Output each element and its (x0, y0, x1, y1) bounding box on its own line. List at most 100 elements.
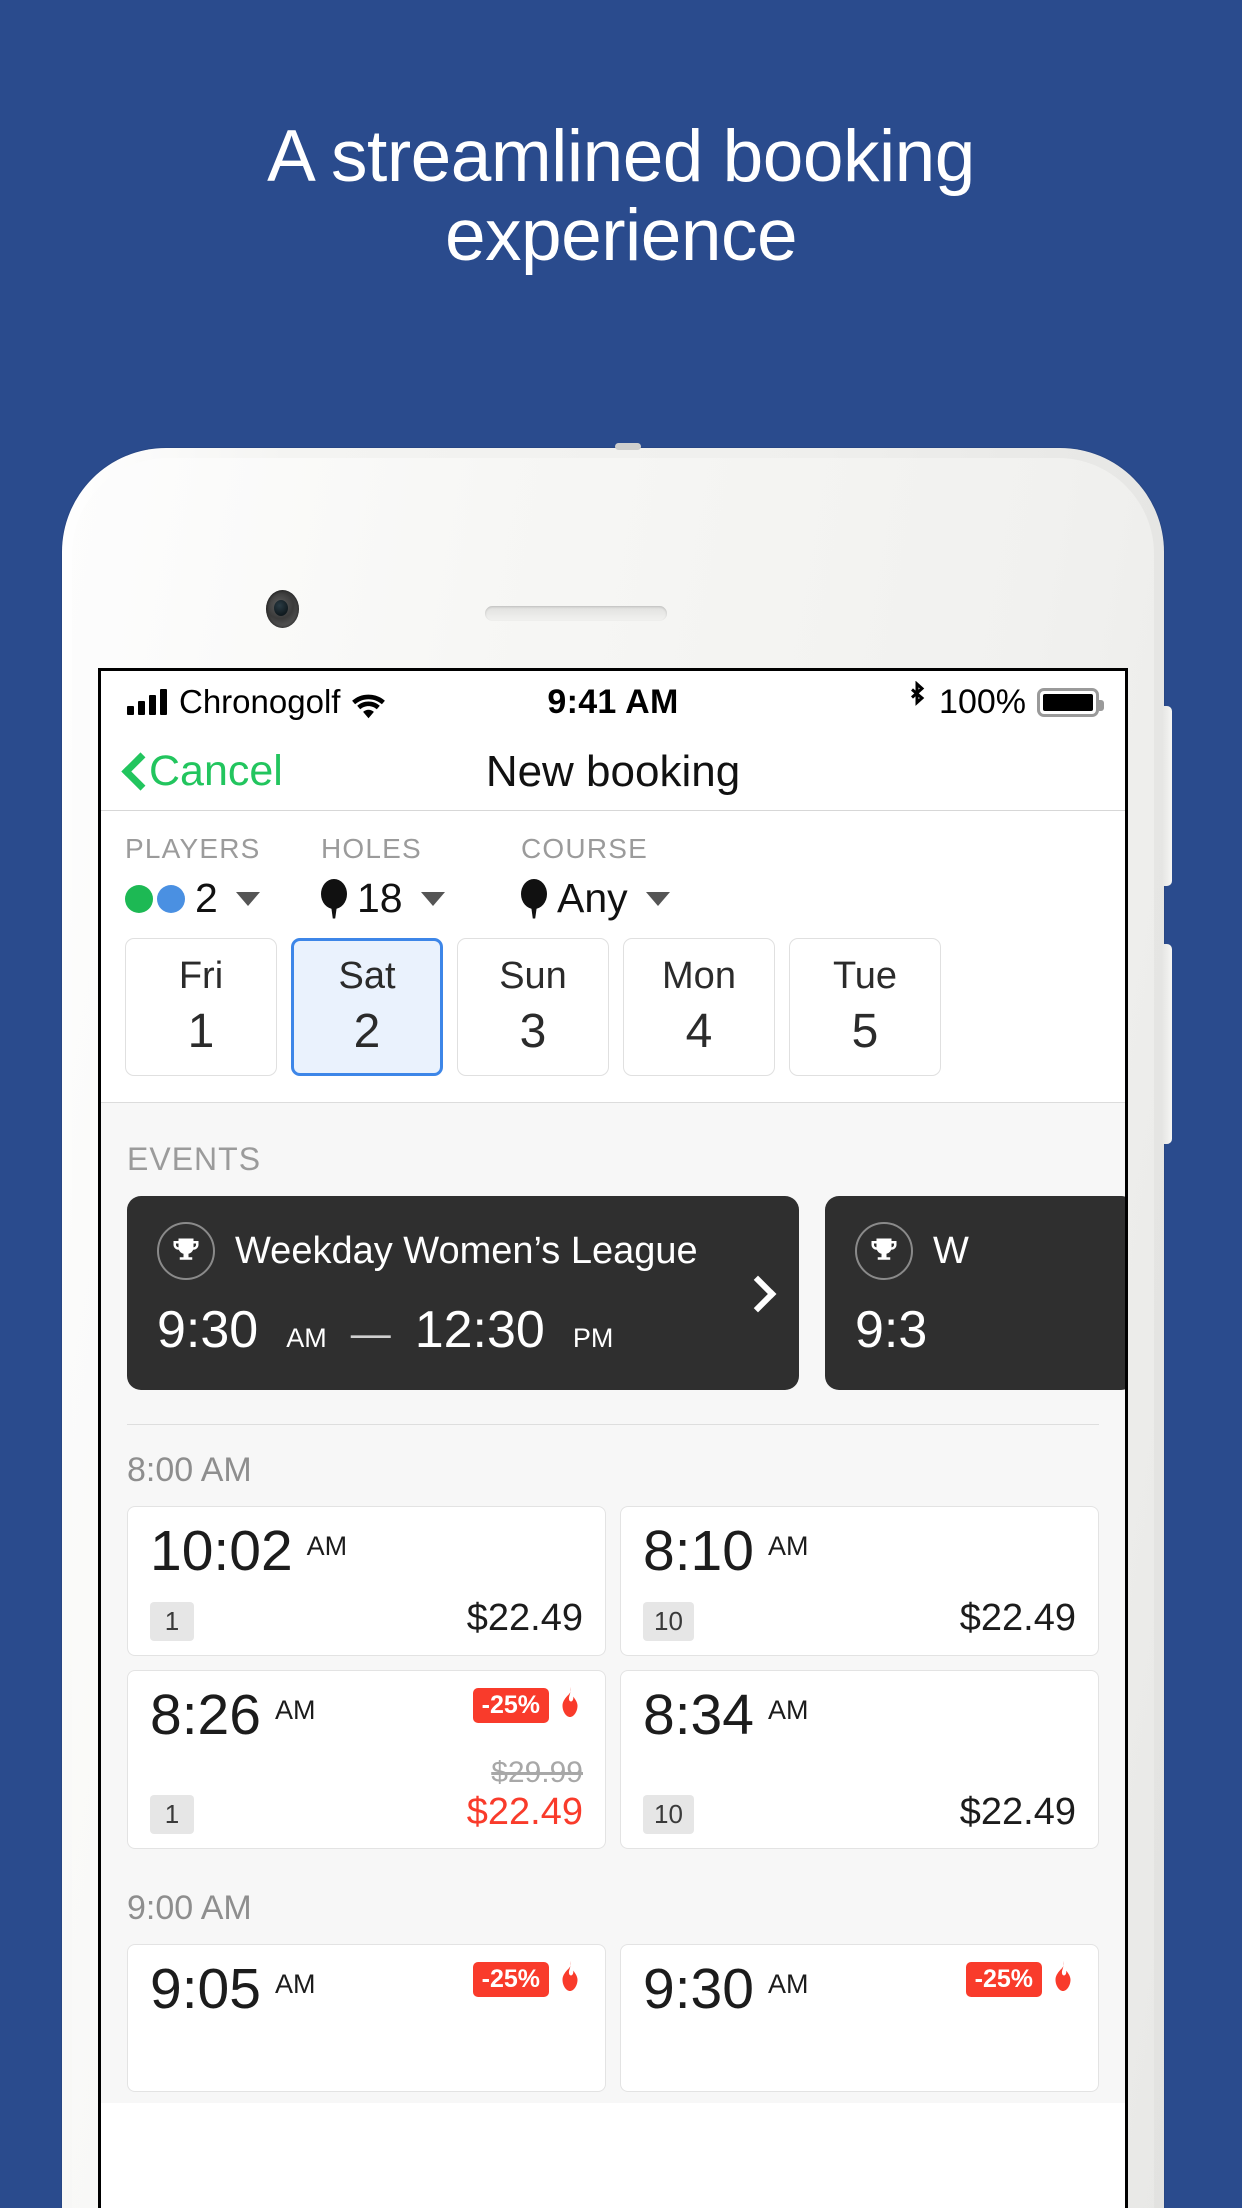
chevron-down-icon (235, 891, 260, 906)
wifi-icon (352, 689, 386, 719)
date-number: 1 (187, 1005, 215, 1058)
discount-badge: -25% (472, 1961, 549, 1997)
slot-time: 9:30 (643, 1957, 754, 2022)
tee-time-group-label: 8:00 AM (127, 1451, 252, 1489)
top-sensor-mark (615, 443, 641, 450)
date-cell-selected[interactable]: Sat 2 (291, 938, 443, 1076)
phone-screen: Chronogolf 9:41 AM 100% Cancel New booki… (98, 668, 1128, 2208)
slot-holes-chip: 1 (150, 1795, 194, 1835)
chevron-down-icon (420, 891, 445, 906)
player-dot-blue-icon (157, 884, 185, 913)
slot-holes-chip: 10 (643, 1602, 694, 1641)
tee-time-slot[interactable]: 8:26 AM -25% 1 $29.99 $22.49 (127, 1670, 606, 1850)
date-weekday: Mon (662, 955, 736, 997)
event-card[interactable]: Weekday Women’s League 9:30 AM — 12:30 P… (127, 1196, 799, 1390)
slot-time: 9:05 (150, 1957, 261, 2022)
date-cell[interactable]: Fri 1 (125, 938, 277, 1076)
filter-players-value: 2 (195, 875, 218, 921)
flame-icon (557, 1961, 583, 1997)
filter-course-value: Any (557, 875, 628, 921)
filter-holes-value: 18 (357, 875, 403, 921)
date-number: 3 (519, 1005, 547, 1058)
slot-time: 8:34 (643, 1683, 754, 1747)
slot-meridiem: AM (767, 1531, 809, 1561)
filter-holes[interactable]: HOLES 18 (321, 833, 521, 922)
content-scroll-area[interactable]: EVENTS Weekday Women’s League 9:30 AM — … (101, 1103, 1125, 2103)
slot-price: $22.49 (466, 1790, 583, 1833)
slot-time: 8:10 (643, 1519, 754, 1583)
chevron-left-icon (123, 755, 143, 789)
event-start-time: 9:3 (855, 1301, 928, 1359)
date-number: 4 (685, 1005, 713, 1058)
tee-time-slot[interactable]: 9:05 AM -25% (127, 1944, 606, 2093)
slot-holes-chip: 1 (150, 1602, 194, 1641)
front-camera-icon (266, 590, 299, 628)
tee-time-slot[interactable]: 10:02 AM 1 $22.49 (127, 1506, 606, 1656)
slot-price: $22.49 (959, 1790, 1076, 1833)
status-bar: Chronogolf 9:41 AM 100% (101, 671, 1125, 733)
event-end-time: 12:30 (414, 1301, 545, 1359)
slot-holes-chip: 10 (643, 1795, 694, 1835)
player-dot-green-icon (125, 884, 153, 913)
earpiece-speaker (485, 606, 667, 621)
events-carousel[interactable]: Weekday Women’s League 9:30 AM — 12:30 P… (101, 1196, 1125, 1390)
tee-time-slot[interactable]: 8:10 AM 10 $22.49 (620, 1506, 1099, 1656)
date-cell[interactable]: Mon 4 (623, 938, 775, 1076)
tee-time-group-label: 9:00 AM (127, 1889, 252, 1928)
tee-time-slot[interactable]: 9:30 AM -25% (620, 1944, 1099, 2093)
slot-time: 8:26 (150, 1683, 261, 1747)
date-weekday: Tue (832, 955, 898, 997)
golf-tee-icon (321, 878, 347, 919)
filter-course[interactable]: COURSE Any (521, 833, 1101, 922)
slot-meridiem: AM (767, 1969, 809, 2000)
flame-icon (1050, 1961, 1076, 1997)
slot-meridiem: AM (274, 1695, 316, 1725)
event-card[interactable]: W 9:3 (825, 1196, 1125, 1390)
filter-players-label: PLAYERS (125, 833, 261, 864)
date-cell[interactable]: Sun 3 (457, 938, 609, 1076)
volume-down-button[interactable] (1162, 944, 1172, 1144)
date-cell[interactable]: Tue 5 (789, 938, 941, 1076)
trophy-icon (855, 1222, 913, 1280)
event-title: W (933, 1229, 969, 1272)
status-time: 9:41 AM (547, 682, 679, 721)
slot-price: $22.49 (466, 1597, 583, 1640)
slot-price: $22.49 (959, 1597, 1076, 1640)
slot-meridiem: AM (767, 1695, 809, 1725)
event-end-meridiem: PM (572, 1323, 614, 1353)
chevron-right-icon[interactable] (745, 1276, 765, 1310)
slot-old-price: $29.99 (491, 1756, 583, 1789)
navigation-bar: Cancel New booking (101, 733, 1125, 811)
events-section-label: EVENTS (127, 1141, 262, 1177)
filter-course-label: COURSE (521, 833, 648, 864)
event-time-dash: — (350, 1312, 391, 1356)
event-start-time: 9:30 (157, 1301, 259, 1359)
battery-percent-label: 100% (939, 682, 1026, 721)
tee-time-row: 9:05 AM -25% 9:30 AM -25% (101, 1944, 1125, 2106)
slot-time: 10:02 (150, 1519, 293, 1583)
trophy-icon (157, 1222, 215, 1280)
volume-up-button[interactable] (1162, 706, 1172, 886)
tee-time-row: 10:02 AM 1 $22.49 8:10 AM 10 $22.49 (101, 1506, 1125, 1670)
golf-tee-icon (521, 878, 547, 919)
date-selector[interactable]: Fri 1 Sat 2 Sun 3 Mon 4 Tue 5 (101, 928, 1125, 1103)
tee-time-slot[interactable]: 8:34 AM 10 $22.49 (620, 1670, 1099, 1850)
filter-bar: PLAYERS 2 HOLES 18 COURSE Any (101, 811, 1125, 928)
event-start-meridiem: AM (286, 1323, 327, 1353)
chevron-down-icon (645, 891, 670, 906)
date-weekday: Sat (338, 955, 396, 997)
filter-players[interactable]: PLAYERS 2 (125, 833, 321, 922)
bluetooth-icon (906, 680, 928, 724)
slot-meridiem: AM (306, 1531, 348, 1561)
phone-frame: Chronogolf 9:41 AM 100% Cancel New booki… (62, 443, 1172, 2208)
event-title: Weekday Women’s League (235, 1229, 698, 1272)
date-number: 5 (851, 1005, 879, 1058)
carrier-label: Chronogolf (179, 683, 341, 720)
cellular-bars-icon (127, 689, 167, 715)
date-number: 2 (353, 1005, 381, 1058)
date-weekday: Fri (178, 955, 224, 997)
cancel-button[interactable]: Cancel (123, 747, 283, 796)
discount-badge: -25% (472, 1687, 549, 1723)
tee-time-row: 8:26 AM -25% 1 $29.99 $22.49 8:34 AM 10 … (101, 1670, 1125, 1863)
date-weekday: Sun (499, 955, 567, 997)
